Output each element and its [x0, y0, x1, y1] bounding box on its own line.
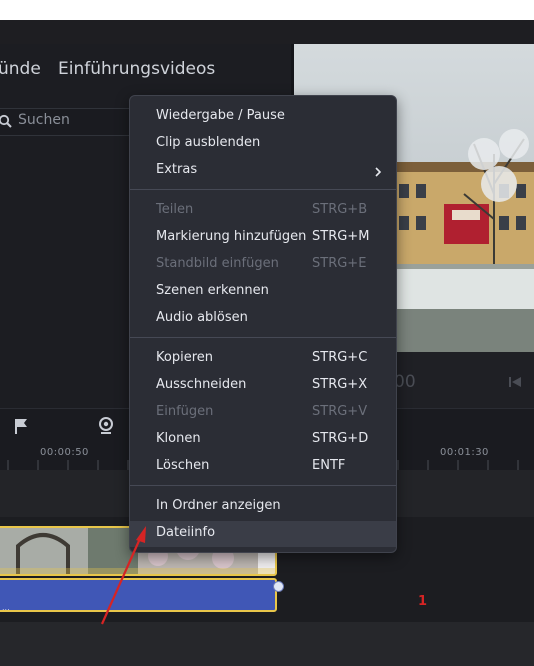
- menu-item-label: Wiedergabe / Pause: [156, 108, 285, 123]
- menu-item-hide-clip[interactable]: Clip ausblenden: [130, 131, 396, 157]
- menu-item-label: Ausschneiden: [156, 377, 247, 392]
- menu-item-insert-still: Standbild einfügen STRG+E: [130, 252, 396, 278]
- menu-separator: [130, 485, 396, 486]
- title-bar: [0, 20, 534, 44]
- menu-item-shortcut: STRG+M: [312, 229, 370, 244]
- menu-item-label: Einfügen: [156, 404, 214, 419]
- menu-item-play-pause[interactable]: Wiedergabe / Pause: [130, 104, 396, 130]
- menu-separator: [130, 337, 396, 338]
- search-placeholder: Suchen: [18, 112, 70, 128]
- menu-item-shortcut: STRG+C: [312, 350, 368, 365]
- menu-item-show-in-folder[interactable]: In Ordner anzeigen: [130, 494, 396, 520]
- time-display: 00: [394, 372, 416, 392]
- media-tabs: ünde Einführungsvideos: [0, 44, 291, 94]
- lower-track-area: [0, 622, 534, 666]
- menu-item-shortcut: STRG+D: [312, 431, 369, 446]
- context-menu: Wiedergabe / Pause Clip ausblenden Extra…: [129, 95, 397, 553]
- menu-item-shortcut: STRG+V: [312, 404, 368, 419]
- ruler-tick-label: 00:01:30: [440, 447, 489, 458]
- annotation-number: 1: [418, 594, 428, 609]
- menu-item-label: Standbild einfügen: [156, 256, 279, 271]
- tab-hintergruende[interactable]: ünde: [0, 59, 41, 79]
- skip-back-icon[interactable]: [508, 375, 522, 389]
- menu-item-paste: Einfügen STRG+V: [130, 400, 396, 426]
- menu-item-extras[interactable]: Extras: [130, 158, 396, 184]
- audio-clip-label: ...: [2, 603, 10, 612]
- menu-item-shortcut: ENTF: [312, 458, 346, 473]
- menu-item-delete[interactable]: Löschen ENTF: [130, 454, 396, 480]
- menu-item-label: Dateiinfo: [156, 525, 216, 540]
- menu-item-detect-scenes[interactable]: Szenen erkennen: [130, 279, 396, 305]
- volume-keyframe-handle[interactable]: [273, 581, 284, 592]
- menu-item-label: Szenen erkennen: [156, 283, 269, 298]
- menu-item-copy[interactable]: Kopieren STRG+C: [130, 346, 396, 372]
- menu-item-label: Teilen: [156, 202, 194, 217]
- menu-item-label: Kopieren: [156, 350, 213, 365]
- flag-icon[interactable]: [14, 418, 28, 434]
- menu-item-shortcut: STRG+E: [312, 256, 367, 271]
- webcam-icon[interactable]: [98, 417, 114, 435]
- menu-item-shortcut: STRG+X: [312, 377, 368, 392]
- menu-item-add-marker[interactable]: Markierung hinzufügen STRG+M: [130, 225, 396, 251]
- ruler-tick-label: 00:00:50: [40, 447, 89, 458]
- menu-item-clone[interactable]: Klonen STRG+D: [130, 427, 396, 453]
- menu-item-shortcut: STRG+B: [312, 202, 368, 217]
- menu-item-label: Klonen: [156, 431, 201, 446]
- menu-item-file-info[interactable]: Dateiinfo: [130, 521, 396, 547]
- menu-item-label: Audio ablösen: [156, 310, 248, 325]
- menu-item-label: Extras: [156, 162, 198, 177]
- menu-item-detach-audio[interactable]: Audio ablösen: [130, 306, 396, 332]
- menu-item-label: Löschen: [156, 458, 210, 473]
- menu-item-split: Teilen STRG+B: [130, 198, 396, 224]
- menu-item-label: Markierung hinzufügen: [156, 229, 307, 244]
- top-strip: [0, 0, 534, 20]
- search-icon: [0, 114, 12, 128]
- chevron-right-icon: [375, 167, 382, 177]
- menu-item-label: In Ordner anzeigen: [156, 498, 281, 513]
- menu-item-label: Clip ausblenden: [156, 135, 261, 150]
- menu-separator: [130, 189, 396, 190]
- annotation-arrow: [100, 526, 146, 625]
- menu-item-cut[interactable]: Ausschneiden STRG+X: [130, 373, 396, 399]
- tab-einfuehrungsvideos[interactable]: Einführungsvideos: [58, 59, 215, 79]
